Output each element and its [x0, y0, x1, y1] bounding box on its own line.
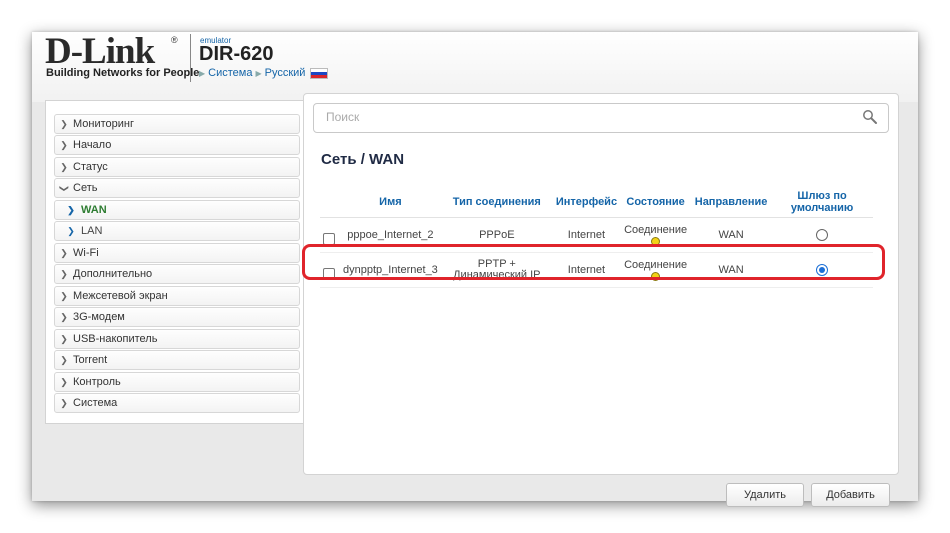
system-link[interactable]: Система [208, 67, 252, 79]
sidebar-item-label: LAN [81, 225, 103, 237]
chevron-right-icon: ❯ [60, 311, 68, 322]
dlink-logo: D-Link [45, 31, 155, 72]
sidebar-item-label: Статус [73, 161, 108, 173]
triangle-right-icon: ▶ [199, 68, 206, 78]
page-title: Сеть / WAN [321, 151, 405, 168]
sidebar-item-torrent[interactable]: ❯ Torrent [54, 350, 300, 370]
chevron-right-icon: ❯ [60, 268, 68, 279]
chevron-right-icon: ❯ [60, 139, 68, 150]
sidebar-item-label: Начало [73, 139, 112, 151]
chevron-right-icon: ❯ [60, 161, 68, 172]
chevron-right-icon: ❯ [60, 354, 68, 365]
sidebar-item-3g-modem[interactable]: ❯ 3G-модем [54, 307, 300, 327]
sidebar-item-label: Сеть [73, 182, 98, 194]
header-interface[interactable]: Интерфейс [552, 187, 621, 218]
sidebar-item-label: Мониторинг [73, 118, 135, 130]
language-link[interactable]: Русский [265, 67, 306, 79]
sidebar-item-label: Контроль [73, 376, 121, 388]
chevron-right-icon: ❯ [60, 397, 68, 408]
chevron-right-icon: ❯ [60, 118, 68, 129]
sidebar-item-network[interactable]: ❯ Сеть [54, 178, 300, 198]
sidebar-item-control[interactable]: ❯ Контроль [54, 372, 300, 392]
triangle-right-icon: ▶ [255, 68, 262, 78]
sidebar-item-label: 3G-модем [73, 311, 125, 323]
sidebar-item-label: Wi-Fi [73, 247, 99, 259]
sidebar-item-label: Система [73, 397, 118, 409]
chevron-down-icon: ❯ [59, 184, 70, 192]
search-icon[interactable] [862, 109, 878, 125]
main-panel: Сеть / WAN Имя Тип соединения Интерфейс … [303, 93, 899, 507]
header-links: ▶ Система ▶ Русский [199, 67, 329, 79]
chevron-right-icon: ❯ [60, 247, 68, 258]
sidebar-item-label: USB-накопитель [73, 333, 158, 345]
delete-button[interactable]: Удалить [726, 483, 804, 507]
sidebar-menu: ❯ Мониторинг ❯ Начало ❯ Статус ❯ Сеть ❯ … [45, 100, 304, 424]
sidebar-item-label: WAN [81, 204, 107, 216]
add-button[interactable]: Добавить [811, 483, 890, 507]
chevron-right-icon: ❯ [67, 204, 75, 215]
sidebar-item-wan[interactable]: ❯ WAN [54, 200, 300, 220]
sidebar-item-wifi[interactable]: ❯ Wi-Fi [54, 243, 300, 263]
default-gateway-radio[interactable] [816, 229, 829, 242]
model-name: DIR-620 [199, 43, 274, 65]
logo-tagline: Building Networks for People [46, 67, 200, 79]
chevron-right-icon: ❯ [60, 290, 68, 301]
sidebar-item-firewall[interactable]: ❯ Межсетевой экран [54, 286, 300, 306]
header: D-Link ® Building Networks for People em… [32, 32, 918, 102]
search-box [313, 103, 889, 133]
sidebar-item-status[interactable]: ❯ Статус [54, 157, 300, 177]
sidebar-item-start[interactable]: ❯ Начало [54, 135, 300, 155]
sidebar-item-lan[interactable]: ❯ LAN [54, 221, 300, 241]
search-input[interactable] [314, 104, 856, 130]
header-direction[interactable]: Направление [691, 187, 772, 218]
state-label: Соединение [624, 224, 688, 236]
sidebar-item-monitoring[interactable]: ❯ Мониторинг [54, 114, 300, 134]
sidebar-item-label: Межсетевой экран [73, 290, 168, 302]
registered-mark: ® [171, 35, 178, 45]
sidebar-item-label: Torrent [73, 354, 108, 366]
sidebar-item-usb-storage[interactable]: ❯ USB-накопитель [54, 329, 300, 349]
header-connection-type[interactable]: Тип соединения [440, 187, 553, 218]
header-select [320, 187, 340, 218]
chevron-right-icon: ❯ [67, 225, 75, 236]
logo-divider [190, 34, 191, 82]
header-name[interactable]: Имя [340, 187, 441, 218]
russian-flag-icon[interactable] [310, 67, 329, 79]
sidebar-item-system[interactable]: ❯ Система [54, 393, 300, 413]
sidebar-item-advanced[interactable]: ❯ Дополнительно [54, 264, 300, 284]
sidebar-item-label: Дополнительно [73, 268, 153, 280]
row-highlight-annotation [302, 244, 885, 280]
table-header-row: Имя Тип соединения Интерфейс Состояние Н… [320, 187, 874, 218]
header-state[interactable]: Состояние [620, 187, 692, 218]
header-default-gateway[interactable]: Шлюз по умолчанию [771, 187, 874, 218]
chevron-right-icon: ❯ [60, 333, 68, 344]
chevron-right-icon: ❯ [60, 376, 68, 387]
